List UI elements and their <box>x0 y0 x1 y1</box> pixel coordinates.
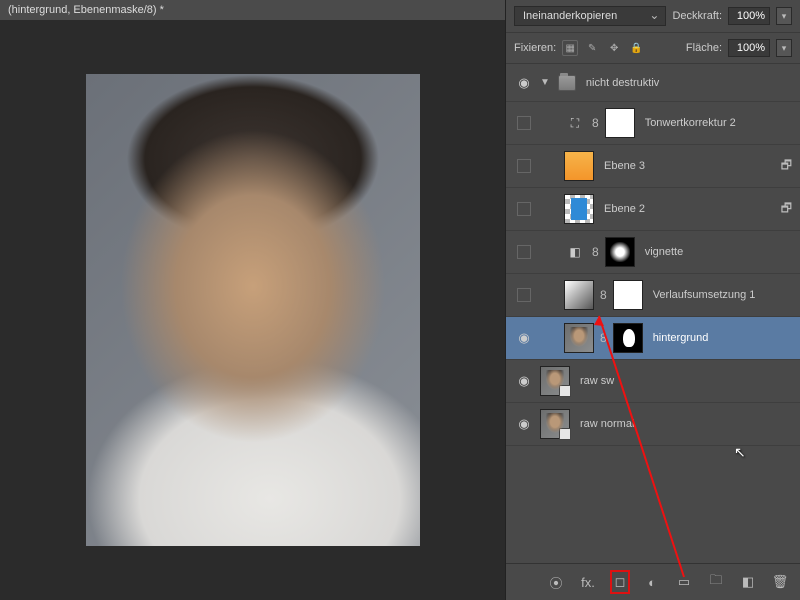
layers-bottom-toolbar: ⦿ fx. ◻︎ ◐ ▭ 🗀 ◧ 🗑 <box>506 563 800 600</box>
blend-mode-select[interactable]: Ineinanderkopieren <box>514 6 666 26</box>
layer-name[interactable]: hintergrund <box>649 332 792 344</box>
layer-row[interactable]: 8 Verlaufsumsetzung 1 <box>506 274 800 317</box>
visibility-toggle[interactable] <box>517 202 531 216</box>
fill-stepper[interactable]: ▾ <box>776 39 792 57</box>
layer-row[interactable]: ⛶ 8 Tonwertkorrektur 2 <box>506 102 800 145</box>
clip-icon: 🗗 <box>781 156 792 177</box>
layer-group-row[interactable]: ◉ ▼ nicht destruktiv <box>506 64 800 102</box>
lock-all-icon[interactable]: 🔒 <box>628 40 644 56</box>
layer-thumbnail[interactable] <box>613 280 643 310</box>
fill-label: Fläche: <box>686 42 722 54</box>
opacity-label: Deckkraft: <box>672 10 722 22</box>
lock-paint-icon[interactable]: ✎ <box>584 40 600 56</box>
levels-icon: ⛶ <box>564 115 586 131</box>
visibility-toggle[interactable] <box>517 159 531 173</box>
layer-row[interactable]: ◉ raw sw <box>506 360 800 403</box>
link-layers-icon[interactable]: ⦿ <box>546 573 566 592</box>
group-icon[interactable]: ▭ <box>674 574 694 590</box>
layer-name[interactable]: vignette <box>641 246 792 258</box>
eye-icon[interactable]: ◉ <box>518 75 529 91</box>
layers-list: ◉ ▼ nicht destruktiv ⛶ 8 Tonwertkorrektur … <box>506 64 800 563</box>
lock-label: Fixieren: <box>514 42 556 54</box>
clip-icon: 🗗 <box>781 199 792 220</box>
document-title: (hintergrund, Ebenenmaske/8) * <box>0 0 505 20</box>
visibility-toggle[interactable] <box>517 245 531 259</box>
new-folder-icon[interactable]: 🗀 <box>706 571 726 593</box>
eye-icon[interactable]: ◉ <box>518 416 529 432</box>
layer-row[interactable]: Ebene 2 🗗 <box>506 188 800 231</box>
adjustment-icon[interactable]: ◐ <box>642 575 662 590</box>
layer-thumbnail[interactable] <box>564 280 594 310</box>
visibility-toggle[interactable] <box>517 288 531 302</box>
trash-icon[interactable]: 🗑 <box>770 574 790 590</box>
link-icon: 8 <box>600 331 607 345</box>
folder-icon <box>558 75 576 91</box>
lock-transparency-icon[interactable]: ▦ <box>562 40 578 56</box>
layer-thumbnail[interactable] <box>540 366 570 396</box>
add-mask-icon[interactable]: ◻︎ <box>610 570 630 594</box>
layer-row[interactable]: ◉ raw normal <box>506 403 800 446</box>
layer-name[interactable]: raw normal <box>576 418 792 430</box>
layer-thumbnail[interactable] <box>540 409 570 439</box>
gradient-adj-icon: ◧ <box>564 244 586 260</box>
layer-thumbnail[interactable] <box>605 108 635 138</box>
chevron-down-icon[interactable]: ▼ <box>540 77 550 88</box>
eye-icon[interactable]: ◉ <box>518 373 529 389</box>
lock-position-icon[interactable]: ✥ <box>606 40 622 56</box>
layer-thumbnail[interactable] <box>564 151 594 181</box>
layer-name[interactable]: Ebene 3 <box>600 160 775 172</box>
layer-name[interactable]: raw sw <box>576 375 792 387</box>
link-icon: 8 <box>600 288 607 302</box>
image-canvas[interactable] <box>86 74 420 546</box>
canvas-viewport[interactable] <box>0 20 505 600</box>
fx-icon[interactable]: fx. <box>578 575 598 590</box>
layer-thumbnail[interactable] <box>605 237 635 267</box>
link-icon: 8 <box>592 116 599 130</box>
layer-name[interactable]: Ebene 2 <box>600 203 775 215</box>
layer-thumbnail[interactable] <box>564 194 594 224</box>
layer-thumbnail[interactable] <box>564 323 594 353</box>
fill-input[interactable]: 100% <box>728 39 770 57</box>
layer-row[interactable]: Ebene 3 🗗 <box>506 145 800 188</box>
eye-icon[interactable]: ◉ <box>518 330 529 346</box>
layer-name[interactable]: Verlaufsumsetzung 1 <box>649 289 792 301</box>
layers-panel: Ineinanderkopieren Deckkraft: 100% ▾ Fix… <box>505 0 800 600</box>
layer-name[interactable]: Tonwertkorrektur 2 <box>641 117 792 129</box>
cursor-icon: ↖ <box>734 444 746 461</box>
layer-thumbnail[interactable] <box>613 323 643 353</box>
layer-row[interactable]: ◧ 8 vignette <box>506 231 800 274</box>
layer-row[interactable]: ◉ 8 hintergrund <box>506 317 800 360</box>
new-layer-icon[interactable]: ◧ <box>738 574 758 590</box>
link-icon: 8 <box>592 245 599 259</box>
group-name[interactable]: nicht destruktiv <box>582 77 792 89</box>
opacity-stepper[interactable]: ▾ <box>776 7 792 25</box>
opacity-input[interactable]: 100% <box>728 7 770 25</box>
visibility-toggle[interactable] <box>517 116 531 130</box>
